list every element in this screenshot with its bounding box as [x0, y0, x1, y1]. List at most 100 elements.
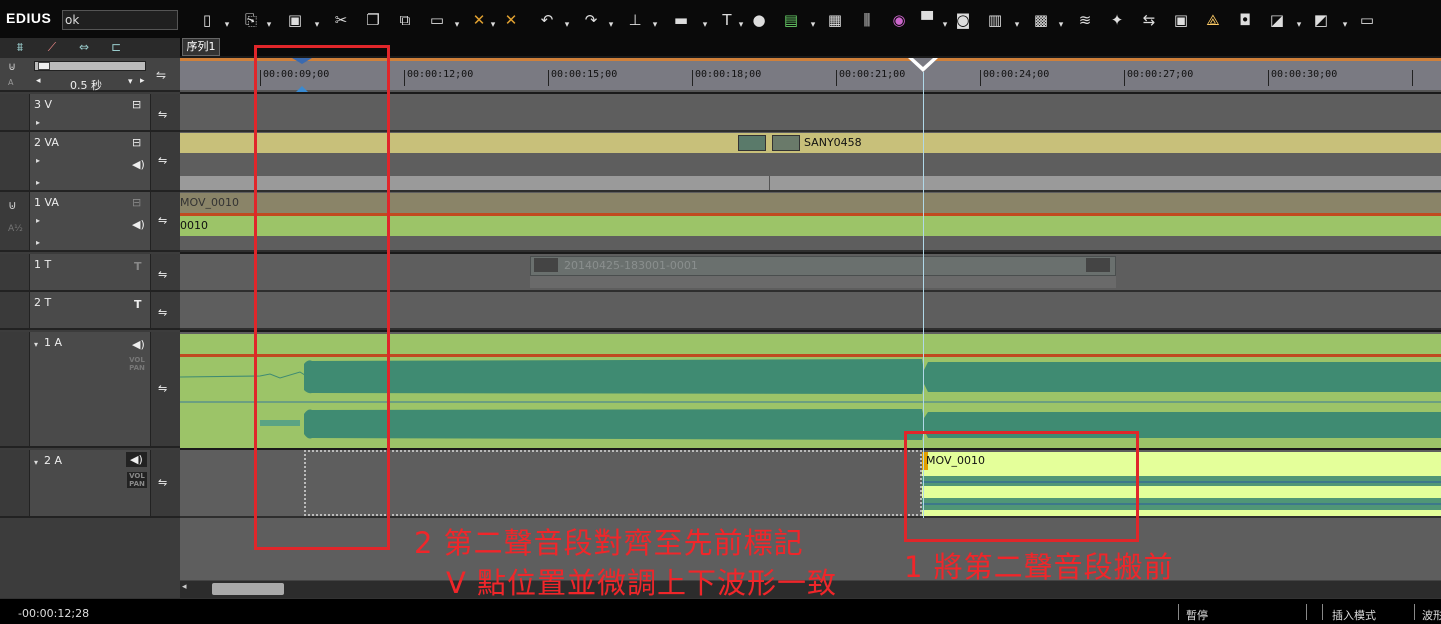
chevron-down-icon[interactable]: ▾ — [940, 13, 950, 31]
delete-icon[interactable]: ✕ — [468, 9, 490, 31]
save-icon[interactable]: ▣ — [284, 9, 306, 31]
track-header-1a[interactable]: ▾ 1 A ◀) VOL PAN ⇋ — [0, 332, 180, 448]
copy-icon[interactable]: ❐ — [362, 9, 384, 31]
scrollbar-thumb[interactable] — [212, 583, 284, 595]
add-track-icon[interactable]: ⊏ — [104, 40, 128, 56]
chevron-down-icon[interactable]: ▾ — [452, 13, 462, 31]
cut-icon[interactable]: ✂ — [330, 9, 352, 31]
group-icon[interactable]: ▩ — [1030, 9, 1052, 31]
speaker-icon[interactable]: ◀) — [132, 158, 145, 171]
expand-icon[interactable]: ▸ — [36, 238, 40, 247]
chevron-down-icon[interactable]: ▾ — [312, 13, 322, 31]
chevron-down-icon[interactable]: ▾ — [1012, 13, 1022, 31]
chevron-down-icon[interactable]: ▾ — [264, 13, 274, 31]
filmstrip-icon[interactable]: ▬ — [670, 9, 692, 31]
scale-dropdown-icon[interactable]: ▾ — [128, 77, 133, 87]
color-bars-icon[interactable]: ▤ — [780, 9, 802, 31]
title-toggle-icon[interactable]: T — [134, 260, 142, 273]
color-wheel-icon[interactable]: ◉ — [888, 9, 910, 31]
speaker-icon[interactable]: ◀) — [132, 338, 145, 351]
track-header-2va[interactable]: 2 VA ▸ ▸ ⊟ ◀) ⇋ — [0, 132, 180, 192]
mixer-icon[interactable]: ⫼ — [856, 9, 878, 31]
open-icon[interactable]: ⎘ — [240, 9, 262, 31]
collapse-icon[interactable]: ▾ — [34, 340, 38, 349]
swap-icon[interactable]: ⇋ — [158, 154, 167, 167]
fade-out-icon[interactable]: ◩ — [1310, 9, 1332, 31]
swap-icon[interactable]: ⇋ — [158, 306, 167, 319]
chevron-down-icon[interactable]: ▾ — [1294, 13, 1304, 31]
swap-icon[interactable]: ⇋ — [158, 382, 167, 395]
swap-icon[interactable]: ⇋ — [158, 108, 167, 121]
capture-icon[interactable]: ◙ — [952, 9, 974, 31]
speaker-icon[interactable]: ◀) — [132, 218, 145, 231]
swap-icon[interactable]: ⇋ — [158, 476, 167, 489]
razor-icon[interactable]: ⟋ — [40, 40, 64, 56]
swap-icon[interactable]: ⇋ — [158, 214, 167, 227]
expand-icon[interactable]: ▸ — [36, 118, 40, 127]
chevron-down-icon[interactable]: ▾ — [650, 13, 660, 31]
project-name-field[interactable]: ok — [62, 10, 178, 30]
expand-icon[interactable]: ▸ — [36, 156, 40, 165]
fade-in-icon[interactable]: ◪ — [1266, 9, 1288, 31]
keyframe-icon[interactable]: ⟁ — [1202, 9, 1224, 31]
lock-icon[interactable]: ⊍ — [8, 198, 17, 212]
timeline-scale[interactable]: 0.5 秒 — [70, 77, 102, 93]
swap-icon[interactable]: ⇋ — [158, 268, 167, 281]
track-header-2a[interactable]: ▾ 2 A ◀) VOL PAN ⇋ — [0, 450, 180, 518]
track-header-1t[interactable]: 1 T T ⇋ — [0, 254, 180, 292]
chevron-down-icon[interactable]: ▾ — [700, 13, 710, 31]
collapse-icon[interactable]: ▾ — [34, 458, 38, 467]
snapshot-icon[interactable]: ◘ — [1234, 9, 1256, 31]
chevron-down-icon[interactable]: ▾ — [736, 13, 746, 31]
title-icon[interactable]: T — [716, 9, 738, 31]
layout-icon[interactable]: ▣ — [1170, 9, 1192, 31]
chevron-down-icon[interactable]: ▾ — [562, 13, 572, 31]
expand-icon[interactable]: ▸ — [36, 216, 40, 225]
title-toggle-icon[interactable]: T — [134, 298, 142, 311]
chevron-down-icon[interactable]: ▾ — [1340, 13, 1350, 31]
track-label: 1 VA — [34, 196, 59, 209]
undo-icon[interactable]: ↶ — [536, 9, 558, 31]
zoom-slider[interactable] — [34, 61, 146, 71]
split-icon[interactable]: ▥ — [984, 9, 1006, 31]
new-icon[interactable]: ▯ — [196, 9, 218, 31]
marker-icon[interactable]: ✦ — [1106, 9, 1128, 31]
chevron-down-icon[interactable]: ▾ — [606, 13, 616, 31]
drag-ghost-region — [304, 450, 922, 516]
vol-pan-toggle[interactable]: VOL PAN — [127, 356, 147, 372]
chevron-down-icon[interactable]: ▾ — [222, 13, 232, 31]
video-toggle-icon[interactable]: ⊟ — [132, 98, 141, 111]
swap-icon[interactable]: ⇋ — [156, 68, 166, 82]
zoom-slider-thumb[interactable] — [38, 62, 50, 70]
speaker-icon[interactable]: ◀) — [126, 452, 147, 467]
ripple-delete-icon[interactable]: ✕ — [500, 9, 522, 31]
mic-icon[interactable]: ● — [748, 9, 770, 31]
multicam-icon[interactable]: ▦ — [824, 9, 846, 31]
track-mode-icon[interactable]: ⩩ — [8, 40, 32, 56]
track-header-2t[interactable]: 2 T T ⇋ — [0, 292, 180, 330]
scroll-left-icon[interactable]: ◂ — [182, 582, 187, 592]
scale-right-arrow-icon[interactable]: ▸ — [140, 76, 145, 86]
vol-pan-toggle[interactable]: VOL PAN — [127, 472, 147, 488]
waveform-icon[interactable]: ≋ — [1074, 9, 1096, 31]
link-icon[interactable]: ▭ — [426, 9, 448, 31]
chevron-down-icon[interactable]: ▾ — [808, 13, 818, 31]
sync-lock-icon[interactable]: ⇔ — [72, 40, 96, 56]
redo-icon[interactable]: ↷ — [580, 9, 602, 31]
chevron-down-icon[interactable]: ▾ — [1056, 13, 1066, 31]
paste-icon[interactable]: ⧉ — [394, 9, 416, 31]
render-icon[interactable]: ▀ — [916, 9, 938, 31]
track-header-3v[interactable]: 3 V ▸ ⊟ ⇋ — [0, 94, 180, 132]
expand-icon[interactable]: ▸ — [36, 178, 40, 187]
chevron-down-icon[interactable]: ▾ — [488, 13, 498, 31]
track-header-1va[interactable]: ⊍ A½ 1 VA ▸ ▸ ⊟ ◀) ⇋ — [0, 192, 180, 252]
video-toggle-icon[interactable]: ⊟ — [132, 136, 141, 149]
lock-icon[interactable]: ⊍ — [8, 60, 16, 73]
scale-left-arrow-icon[interactable]: ◂ — [36, 76, 41, 86]
video-toggle-icon[interactable]: ⊟ — [132, 196, 141, 209]
sync-icon[interactable]: ⇆ — [1138, 9, 1160, 31]
sequence-tab[interactable]: 序列1 — [182, 38, 220, 56]
title-clip-mix[interactable] — [530, 276, 1116, 288]
export-icon[interactable]: ▭ — [1356, 9, 1378, 31]
set-in-icon[interactable]: ⊥ — [624, 9, 646, 31]
